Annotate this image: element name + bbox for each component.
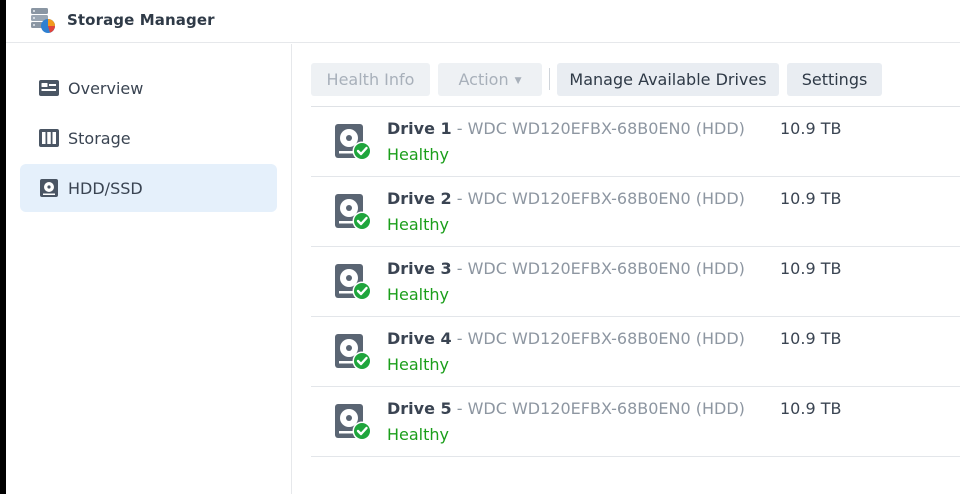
sidebar-item-label: Overview [68,78,144,98]
hdd-healthy-icon [335,124,372,161]
drive-model: - WDC WD120EFBX-68B0EN0 (HDD) [451,259,745,278]
drive-model: - WDC WD120EFBX-68B0EN0 (HDD) [451,329,745,348]
storage-manager-app-icon [31,8,55,33]
drive-row[interactable]: Drive 2 - WDC WD120EFBX-68B0EN0 (HDD) He… [311,177,960,247]
sidebar-item-hdd-ssd[interactable]: HDD/SSD [20,164,277,212]
drive-status: Healthy [387,355,450,374]
drive-size: 10.9 TB [780,329,842,348]
sidebar: Overview Storage HDD/SSD [6,44,292,494]
drive-row[interactable]: Drive 1 - WDC WD120EFBX-68B0EN0 (HDD) He… [311,107,960,177]
drive-status: Healthy [387,215,450,234]
drive-model: - WDC WD120EFBX-68B0EN0 (HDD) [451,189,745,208]
storage-icon [39,129,59,147]
main-content: Health Info Action ▼ Manage Available Dr… [293,44,960,494]
hdd-icon [40,179,58,197]
drive-row[interactable]: Drive 5 - WDC WD120EFBX-68B0EN0 (HDD) He… [311,387,960,457]
drive-size: 10.9 TB [780,399,842,418]
manage-drives-label: Manage Available Drives [569,70,767,89]
toolbar: Health Info Action ▼ Manage Available Dr… [311,62,960,107]
storage-manager-window: Storage Manager Overview Storage HDD/SSD… [6,0,960,494]
app-title: Storage Manager [67,11,215,29]
health-info-button[interactable]: Health Info [311,63,430,96]
hdd-healthy-icon [335,404,372,441]
sidebar-item-label: HDD/SSD [68,178,143,198]
drive-size: 10.9 TB [780,189,842,208]
drive-row[interactable]: Drive 4 - WDC WD120EFBX-68B0EN0 (HDD) He… [311,317,960,387]
action-label: Action [458,70,509,89]
drive-title: Drive 3 - WDC WD120EFBX-68B0EN0 (HDD) [387,259,745,278]
action-dropdown-button[interactable]: Action ▼ [438,63,542,96]
health-info-label: Health Info [326,70,415,89]
drive-row[interactable]: Drive 3 - WDC WD120EFBX-68B0EN0 (HDD) He… [311,247,960,317]
manage-available-drives-button[interactable]: Manage Available Drives [557,63,779,96]
hdd-healthy-icon [335,264,372,301]
sidebar-item-label: Storage [68,128,131,148]
drive-title: Drive 4 - WDC WD120EFBX-68B0EN0 (HDD) [387,329,745,348]
drive-title: Drive 5 - WDC WD120EFBX-68B0EN0 (HDD) [387,399,745,418]
hdd-healthy-icon [335,194,372,231]
drive-status: Healthy [387,425,450,444]
title-bar: Storage Manager [6,0,960,43]
drive-name: Drive 2 [387,189,452,208]
drive-name: Drive 4 [387,329,452,348]
drive-status: Healthy [387,285,450,304]
drive-size: 10.9 TB [780,119,842,138]
drive-model: - WDC WD120EFBX-68B0EN0 (HDD) [451,119,745,138]
drive-model: - WDC WD120EFBX-68B0EN0 (HDD) [451,399,745,418]
drive-title: Drive 1 - WDC WD120EFBX-68B0EN0 (HDD) [387,119,745,138]
settings-button[interactable]: Settings [787,63,882,96]
settings-label: Settings [801,70,868,89]
caret-down-icon: ▼ [514,75,522,86]
drive-title: Drive 2 - WDC WD120EFBX-68B0EN0 (HDD) [387,189,745,208]
sidebar-item-overview[interactable]: Overview [20,64,277,112]
drive-status: Healthy [387,145,450,164]
drive-name: Drive 1 [387,119,452,138]
drive-name: Drive 5 [387,399,452,418]
drive-name: Drive 3 [387,259,452,278]
sidebar-item-storage[interactable]: Storage [20,114,277,162]
drive-list: Drive 1 - WDC WD120EFBX-68B0EN0 (HDD) He… [311,107,960,457]
drive-size: 10.9 TB [780,259,842,278]
toolbar-separator [549,68,550,90]
hdd-healthy-icon [335,334,372,371]
overview-icon [39,80,59,96]
